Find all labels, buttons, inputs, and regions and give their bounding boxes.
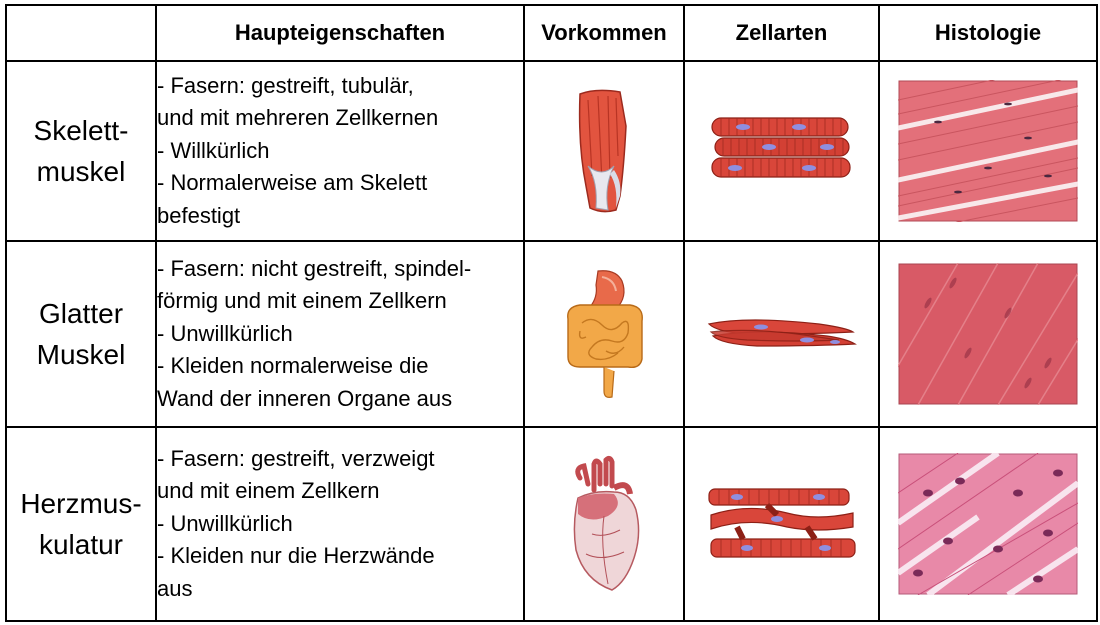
property-line: und mit mehreren Zellkernen [157,105,439,131]
properties-cell: - Fasern: nicht gestreift, spindel- förm… [155,240,525,428]
arm-muscle-icon [578,89,627,213]
cardiac-muscle-cells-icon [707,487,856,558]
table-row: Glatter Muskel - Fasern: nicht gestreift… [5,240,1098,428]
smooth-muscle-histology-icon [898,263,1078,405]
vorkommen-cell [523,426,685,622]
zellart-cell [683,240,880,428]
vorkommen-cell [523,240,685,428]
row-label-line: Muskel [36,339,126,370]
property-line: - Fasern: gestreift, verzweigt [157,445,435,471]
skeletal-muscle-histology-icon [898,80,1078,222]
row-label: Skelett- muskel [5,60,157,242]
table-row: Skelett- muskel - Fasern: gestreift, tub… [5,60,1098,242]
property-line: befestigt [157,202,241,228]
properties-cell: - Fasern: gestreift, tubulär, und mit me… [155,60,525,242]
table-row: Herzmus- kulatur - Fasern: gestreift, ve… [5,426,1098,622]
zellart-cell [683,60,880,242]
property-line: - Unwillkürlich [157,320,293,346]
heart-icon [573,455,640,591]
property-line: - Unwillkürlich [157,510,293,536]
property-line: förmig und mit einem Zellkern [157,288,447,314]
histologie-cell [878,60,1098,242]
property-line: - Fasern: gestreift, tubulär, [157,72,414,98]
skeletal-muscle-cells-icon [711,116,851,178]
histologie-cell [878,426,1098,622]
property-line: - Kleiden nur die Herzwände [157,543,435,569]
muscle-types-table: Haupteigenschaften Vorkommen Zellarten H… [5,4,1098,622]
properties-cell: - Fasern: gestreift, verzweigt und mit e… [155,426,525,622]
smooth-muscle-cells-icon [707,319,857,347]
histologie-cell [878,240,1098,428]
row-label-line: Skelett- [33,115,129,146]
property-line: und mit einem Zellkern [157,478,380,504]
property-line: - Normalerweise am Skelett [157,170,428,196]
row-label-line: Glatter [38,298,124,329]
digestive-organs-icon [567,269,643,398]
cardiac-muscle-histology-icon [898,453,1078,595]
property-line: - Fasern: nicht gestreift, spindel- [157,255,472,281]
zellart-cell [683,426,880,622]
header-row: Haupteigenschaften Vorkommen Zellarten H… [5,4,1098,62]
property-line: - Kleiden normalerweise die [157,353,429,379]
vorkommen-cell [523,60,685,242]
row-label: Herzmus- kulatur [5,426,157,622]
property-line: - Willkürlich [157,137,270,163]
row-label: Glatter Muskel [5,240,157,428]
property-line: aus [157,575,193,601]
header-haupteigenschaften: Haupteigenschaften [155,4,525,62]
row-label-line: Herzmus- [20,488,142,519]
header-vorkommen: Vorkommen [523,4,685,62]
row-label-line: kulatur [38,529,124,560]
header-zellarten: Zellarten [683,4,880,62]
row-label-line: muskel [36,156,126,187]
header-empty [5,4,157,62]
property-line: Wand der inneren Organe aus [157,385,453,411]
header-histologie: Histologie [878,4,1098,62]
